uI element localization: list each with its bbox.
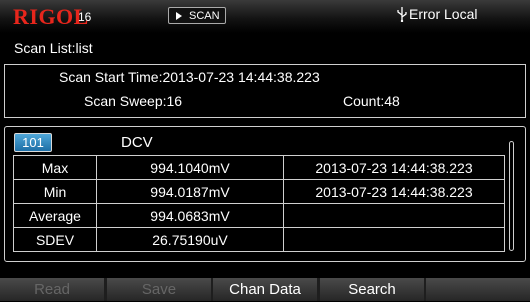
scrollbar[interactable]: [509, 141, 514, 251]
read-softkey[interactable]: Read: [0, 278, 104, 301]
scan-sweep: Scan Sweep:16: [84, 93, 183, 109]
table-row: SDEV 26.75190uV: [13, 227, 505, 252]
stat-label: Min: [13, 179, 97, 204]
table-row: Max 994.1040mV 2013-07-23 14:44:38.223: [13, 155, 505, 180]
scan-start-time: Scan Start Time:2013-07-23 14:44:38.223: [59, 69, 320, 85]
scan-mode-indicator: SCAN: [168, 7, 226, 24]
stat-label: SDEV: [13, 227, 97, 252]
empty-softkey[interactable]: [426, 278, 530, 301]
channel-badge[interactable]: 101: [14, 133, 52, 152]
stat-value: 26.75190uV: [96, 227, 284, 252]
channel-function: DCV: [121, 134, 153, 151]
play-icon: [176, 12, 182, 20]
stat-time: [283, 227, 505, 252]
table-row: Min 994.0187mV 2013-07-23 14:44:38.223: [13, 179, 505, 204]
stat-time: [283, 203, 505, 228]
softkey-bar: Read Save Chan Data Search: [0, 278, 530, 301]
save-softkey[interactable]: Save: [107, 278, 211, 301]
status-bar: RIGOL 16 SCAN Error Local: [0, 0, 530, 33]
scan-mode-label: SCAN: [189, 10, 220, 22]
table-row: Average 994.0683mV: [13, 203, 505, 228]
stat-value: 994.0683mV: [96, 203, 284, 228]
stat-value: 994.0187mV: [96, 179, 284, 204]
stat-label: Max: [13, 155, 97, 180]
stat-time: 2013-07-23 14:44:38.223: [283, 179, 505, 204]
scan-info-box: Scan Start Time:2013-07-23 14:44:38.223 …: [4, 64, 526, 118]
model-number: 16: [78, 10, 92, 24]
stat-time: 2013-07-23 14:44:38.223: [283, 155, 505, 180]
search-softkey[interactable]: Search: [320, 278, 424, 301]
usb-icon: [397, 7, 407, 22]
status-text: Error Local: [409, 6, 478, 22]
scan-count: Count:48: [343, 93, 400, 109]
page-title: Scan List:list: [14, 40, 93, 56]
stat-value: 994.1040mV: [96, 155, 284, 180]
stat-label: Average: [13, 203, 97, 228]
chan-data-softkey[interactable]: Chan Data: [213, 278, 317, 301]
statistics-table: Max 994.1040mV 2013-07-23 14:44:38.223 M…: [13, 155, 505, 252]
